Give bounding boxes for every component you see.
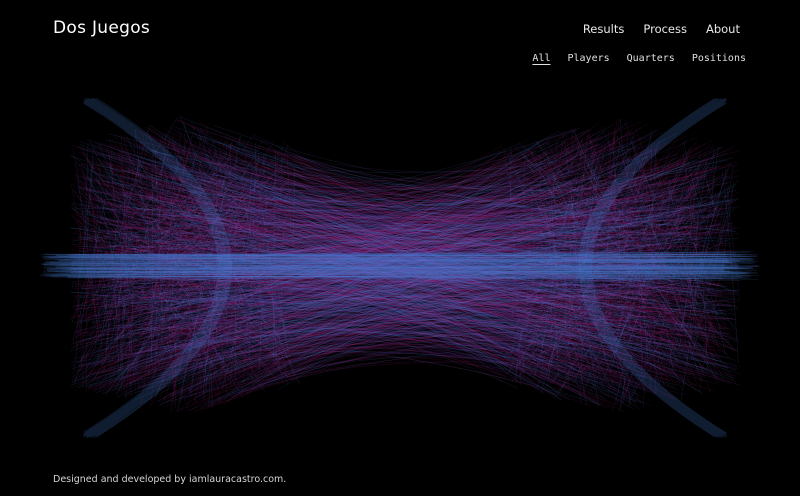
filter-quarters[interactable]: Quarters xyxy=(627,53,675,64)
footer-credit: Designed and developed by iamlauracastro… xyxy=(53,474,287,485)
main-nav: Results Process About xyxy=(583,22,740,36)
nav-process[interactable]: Process xyxy=(643,22,687,36)
pass-network-visualization xyxy=(40,97,760,439)
filter-nav: All Players Quarters Positions xyxy=(532,53,746,64)
site-title[interactable]: Dos Juegos xyxy=(53,18,150,38)
filter-players[interactable]: Players xyxy=(567,53,609,64)
nav-about[interactable]: About xyxy=(706,22,740,36)
filter-positions[interactable]: Positions xyxy=(692,53,746,64)
filter-all[interactable]: All xyxy=(532,53,550,64)
center-band xyxy=(40,251,760,281)
nav-results[interactable]: Results xyxy=(583,22,625,36)
